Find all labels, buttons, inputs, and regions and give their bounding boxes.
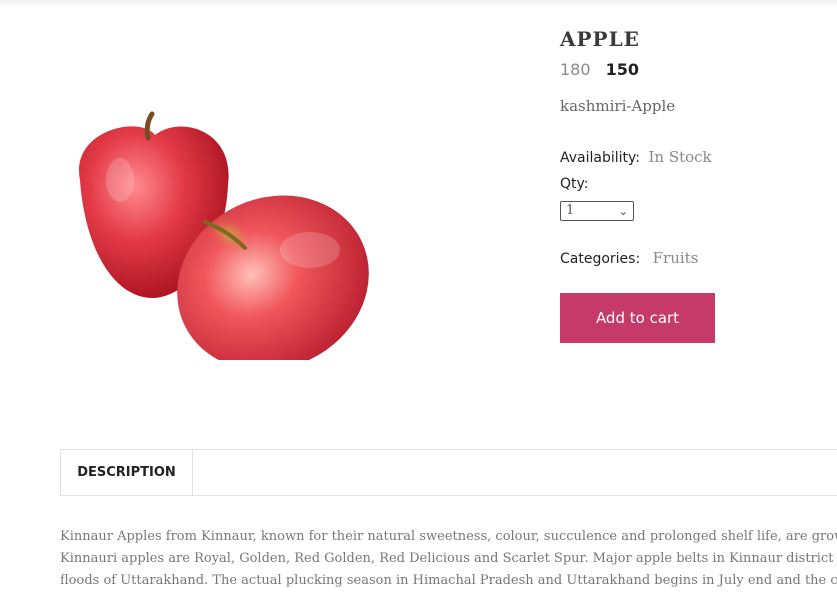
availability-row: Availability: In Stock bbox=[560, 148, 712, 167]
category-link[interactable]: Fruits bbox=[653, 249, 699, 267]
description-line: floods of Uttarakhand. The actual plucki… bbox=[60, 573, 837, 588]
categories-row: Categories: Fruits bbox=[560, 249, 698, 268]
product-info: APPLE 180 150 kashmiri-Apple Availabilit… bbox=[560, 0, 837, 360]
add-to-cart-button[interactable]: Add to cart bbox=[560, 293, 715, 343]
quantity-value: 1 bbox=[566, 203, 575, 218]
description-text: Kinnaur Apples from Kinnaur, known for t… bbox=[60, 526, 837, 596]
product-title: APPLE bbox=[560, 27, 640, 51]
availability-value: In Stock bbox=[648, 148, 712, 166]
categories-label: Categories: bbox=[560, 251, 641, 267]
tab-description[interactable]: DESCRIPTION bbox=[60, 449, 193, 496]
price-row: 180 150 bbox=[560, 60, 639, 79]
qty-label: Qty: bbox=[560, 176, 589, 192]
availability-label: Availability: bbox=[560, 150, 641, 166]
product-image bbox=[60, 100, 380, 371]
quantity-select[interactable]: 1 ⌄ bbox=[560, 201, 634, 221]
chevron-down-icon: ⌄ bbox=[618, 205, 628, 218]
description-line: Kinnaur Apples from Kinnaur, known for t… bbox=[60, 529, 837, 544]
old-price: 180 bbox=[560, 60, 591, 79]
description-line: Kinnauri apples are Royal, Golden, Red G… bbox=[60, 551, 837, 566]
product-subtitle: kashmiri-Apple bbox=[560, 97, 676, 115]
product-tabs: DESCRIPTION bbox=[60, 449, 837, 496]
sale-price: 150 bbox=[605, 60, 640, 79]
